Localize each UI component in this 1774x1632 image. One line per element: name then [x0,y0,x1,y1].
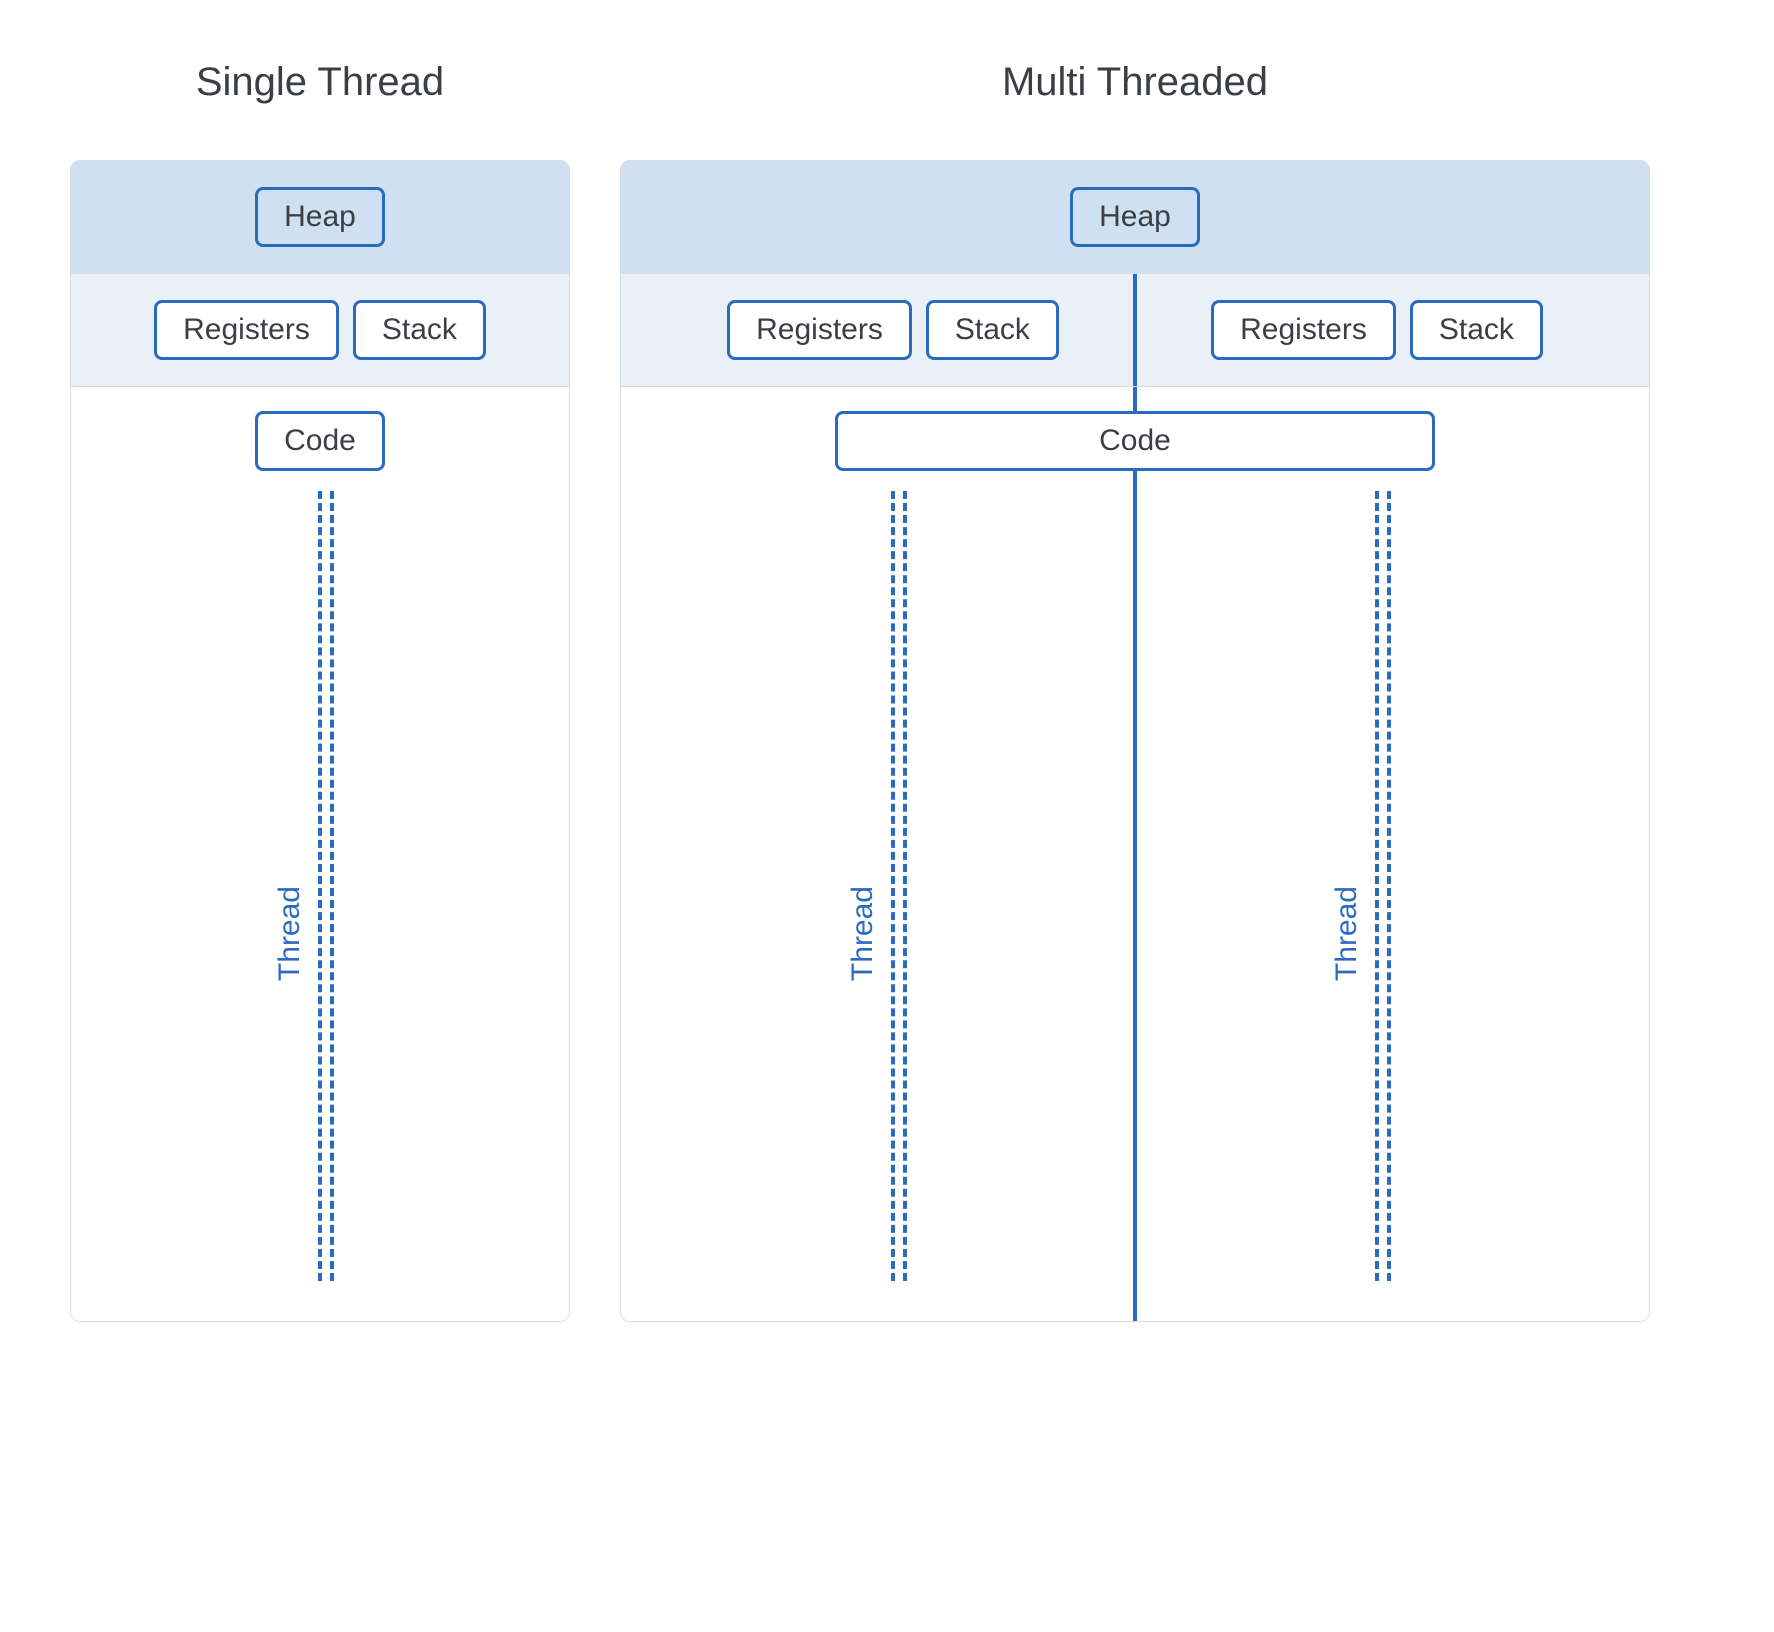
single-thread-col: Thread [101,491,539,1281]
multi-divider-regs [1133,274,1137,386]
single-thread-column: Single Thread Heap Registers Stack Code [70,60,570,1322]
multi-heap-band: Heap [621,161,1649,274]
multi-right-thread-col: Thread [1135,491,1619,1281]
single-thread-label: Thread [273,886,307,981]
multi-thread-panel: Heap Registers Stack Registers Stack [620,160,1650,1322]
multi-right-thread-label: Thread [1330,886,1364,981]
multi-right-thread-line: Thread [1357,491,1397,1281]
diagram-wrap: Single Thread Heap Registers Stack Code [70,60,1704,1322]
multi-heap-box: Heap [1070,187,1200,247]
single-regstack-band: Registers Stack [71,274,569,387]
single-stack-box: Stack [353,300,486,360]
single-thread-title: Single Thread [196,60,444,105]
single-code-area: Code Thread [71,387,569,1321]
multi-code-area: Code Thread Thread [621,387,1649,1321]
single-heap-box: Heap [255,187,385,247]
multi-regstack-band: Registers Stack Registers Stack [621,274,1649,387]
multi-left-stack-box: Stack [926,300,1059,360]
single-registers-box: Registers [154,300,339,360]
multi-left-registers-box: Registers [727,300,912,360]
single-code-box: Code [255,411,385,471]
multi-right-stack-box: Stack [1410,300,1543,360]
multi-right-side: Registers Stack [1135,300,1619,360]
single-heap-band: Heap [71,161,569,274]
single-thread-panel: Heap Registers Stack Code [70,160,570,1322]
multi-left-thread-line: Thread [873,491,913,1281]
multi-left-thread-col: Thread [651,491,1135,1281]
multi-left-thread-label: Thread [846,886,880,981]
multi-thread-title: Multi Threaded [1002,60,1268,105]
single-thread-line: Thread [300,491,340,1281]
multi-code-box: Code [835,411,1435,471]
multi-thread-column: Multi Threaded Heap Registers Stack Regi… [620,60,1650,1322]
multi-left-side: Registers Stack [651,300,1135,360]
multi-right-registers-box: Registers [1211,300,1396,360]
